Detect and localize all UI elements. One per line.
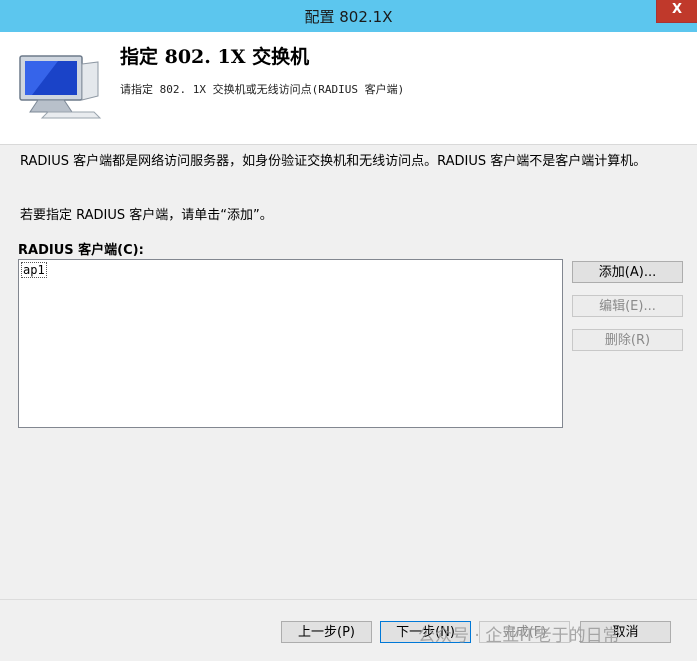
wizard-header: 指定 802. 1X 交换机 请指定 802. 1X 交换机或无线访问点(RAD… (0, 32, 697, 145)
hint-text: 若要指定 RADIUS 客户端，请单击“添加”。 (20, 208, 273, 223)
wizard-content: RADIUS 客户端都是网络访问服务器，如身份验证交换机和无线访问点。RADIU… (0, 145, 697, 597)
title-bar: 配置 802.1X X (0, 0, 697, 32)
add-button[interactable]: 添加(A)... (572, 261, 683, 283)
edit-button[interactable]: 编辑(E)... (572, 295, 683, 317)
delete-button[interactable]: 删除(R) (572, 329, 683, 351)
back-button[interactable]: 上一步(P) (281, 621, 372, 643)
header-title: 指定 802. 1X 交换机 (120, 46, 310, 68)
radius-clients-list[interactable]: ap1 (18, 259, 563, 428)
close-button[interactable]: X (656, 0, 697, 23)
header-subtitle: 请指定 802. 1X 交换机或无线访问点(RADIUS 客户端) (120, 83, 405, 96)
clients-list-label: RADIUS 客户端(C): (18, 243, 144, 258)
list-item[interactable]: ap1 (21, 262, 47, 278)
window-title: 配置 802.1X (304, 8, 393, 26)
description-text: RADIUS 客户端都是网络访问服务器，如身份验证交换机和无线访问点。RADIU… (20, 154, 647, 169)
dialog-window: 配置 802.1X X 指定 802. 1X 交换机 请指定 802. 1X 交… (0, 0, 697, 661)
monitor-icon (19, 55, 102, 119)
watermark: 公众号 · 企业IT老于的日常 (418, 626, 620, 646)
